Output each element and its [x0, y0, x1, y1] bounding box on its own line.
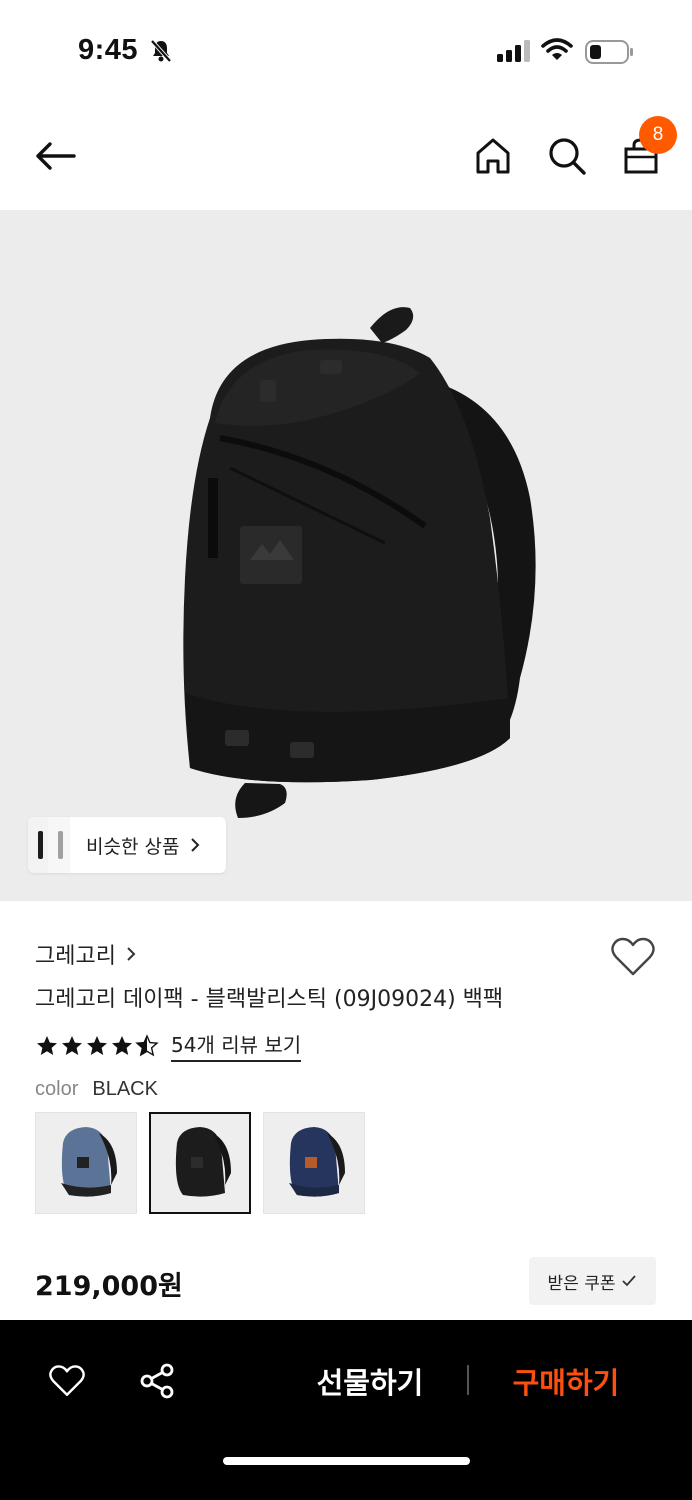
color-key: color — [35, 1078, 79, 1100]
coupon-button[interactable]: 받은 쿠폰 — [529, 1257, 656, 1305]
buy-button[interactable]: 구매하기 — [496, 1354, 636, 1408]
share-button[interactable] — [134, 1358, 180, 1404]
bottom-wishlist-button[interactable] — [44, 1358, 90, 1404]
product-price: 219,000원 — [35, 1271, 183, 1302]
battery-icon — [585, 39, 635, 70]
backpack-blue-image — [61, 1127, 117, 1197]
similar-product-thumbnail — [28, 817, 70, 873]
swatch-navy[interactable] — [263, 1112, 365, 1214]
color-swatches — [35, 1112, 365, 1214]
brand-name: 그레고리 — [35, 944, 116, 969]
product-image[interactable]: 비슷한 상품 — [0, 210, 692, 901]
home-button[interactable] — [470, 133, 516, 179]
back-button[interactable] — [30, 130, 82, 182]
backpack-image — [183, 307, 536, 818]
chevron-right-icon — [127, 947, 136, 961]
search-icon — [549, 138, 586, 175]
signal-icon — [497, 40, 533, 67]
wifi-icon — [541, 38, 573, 67]
heart-icon — [611, 937, 655, 976]
share-icon — [140, 1363, 174, 1399]
similar-products-button[interactable]: 비슷한 상품 — [28, 817, 226, 873]
backpack-black-image — [175, 1127, 231, 1197]
brand-link[interactable]: 그레고리 — [35, 938, 136, 970]
star-icon — [87, 1035, 107, 1055]
star-icon — [62, 1035, 82, 1055]
rating-row: 54개 리뷰 보기 — [35, 1029, 302, 1062]
arrow-left-icon — [36, 142, 76, 170]
coupon-label: 받은 쿠폰 — [547, 1273, 616, 1294]
top-navigation-bar — [0, 100, 692, 210]
backpack-navy-image — [289, 1127, 345, 1197]
product-title: 그레고리 데이팩 - 블랙발리스틱 (09J09024) 백팩 — [35, 987, 504, 1012]
status-time: 9:45 — [78, 34, 139, 66]
search-button[interactable] — [544, 133, 590, 179]
star-icon — [112, 1035, 132, 1055]
swatch-blue[interactable] — [35, 1112, 137, 1214]
review-link[interactable]: 54개 리뷰 보기 — [171, 1029, 302, 1062]
similar-products-label: 비슷한 상품 — [86, 835, 180, 858]
bottom-action-bar: 선물하기 구매하기 — [0, 1320, 692, 1500]
divider — [467, 1365, 469, 1395]
home-indicator — [223, 1457, 470, 1465]
rating-stars — [35, 1033, 159, 1058]
cart-count-badge: 8 — [639, 116, 677, 154]
checkmark-icon — [622, 1275, 637, 1287]
bell-slash-icon — [148, 38, 174, 69]
wishlist-button[interactable] — [610, 936, 656, 980]
home-icon — [476, 138, 510, 174]
swatch-black[interactable] — [149, 1112, 251, 1214]
gift-button[interactable]: 선물하기 — [300, 1354, 440, 1408]
color-value: BLACK — [92, 1078, 158, 1100]
chevron-right-icon — [191, 838, 200, 852]
heart-icon — [49, 1365, 85, 1396]
color-selector-label: color BLACK — [35, 1078, 158, 1101]
star-icon — [37, 1035, 57, 1055]
status-bar: 9:45 — [0, 0, 692, 100]
half-star-icon — [135, 1033, 159, 1056]
